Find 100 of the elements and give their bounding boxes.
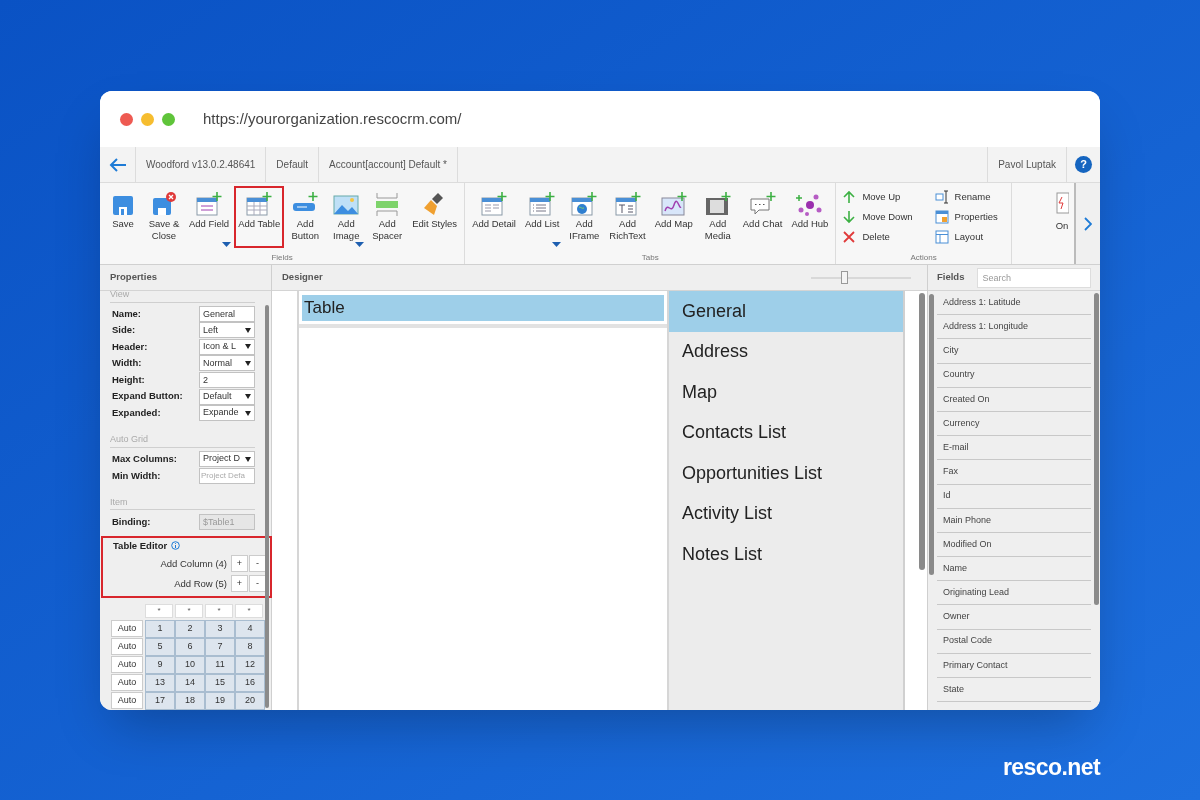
ribbon-button[interactable]: Add RichText	[605, 186, 650, 248]
ribbon-button[interactable]: Add Table	[234, 186, 285, 248]
grid-cell[interactable]: 3	[205, 619, 235, 638]
tab-item[interactable]: Map	[669, 372, 903, 413]
column-header[interactable]: *	[205, 603, 233, 618]
tab-item[interactable]: Notes List	[669, 534, 903, 575]
tab-item[interactable]: Activity List	[669, 493, 903, 534]
field-list-item[interactable]: E-mail	[937, 436, 1091, 461]
ribbon-button[interactable]: Add Detail	[468, 186, 520, 248]
caret-icon	[355, 242, 365, 247]
row-height-cell[interactable]: Auto	[111, 637, 143, 655]
breadcrumb-tab[interactable]: Woodford v13.0.2.48641	[136, 147, 267, 182]
row-height-cell[interactable]: Auto	[111, 655, 143, 673]
field-list-item[interactable]: Originating Lead	[937, 581, 1091, 606]
action-button[interactable]: Move Down	[842, 209, 913, 225]
form-add-icon	[195, 191, 224, 217]
row-height-cell[interactable]: Auto	[111, 673, 143, 691]
field-list-item[interactable]: Fax	[937, 460, 1091, 485]
ribbon-button[interactable]: Edit Styles	[408, 186, 462, 248]
dropdown[interactable]: Default	[199, 388, 255, 405]
scrollbar[interactable]	[1094, 293, 1099, 605]
action-button[interactable]: Layout	[934, 229, 1005, 245]
field-list-item[interactable]: Address 1: Latitude	[937, 291, 1091, 316]
tab-item[interactable]: General	[669, 291, 903, 332]
field-list-item[interactable]: Currency	[937, 411, 1091, 437]
tab-item[interactable]: Opportunities List	[669, 453, 903, 494]
ribbon-button[interactable]: Add List	[520, 186, 564, 248]
row-height-cell[interactable]: Auto	[111, 691, 143, 709]
input-field[interactable]: 2	[199, 371, 255, 388]
add-button[interactable]: +	[231, 575, 248, 593]
ribbon-button[interactable]: Add Hub	[787, 186, 833, 248]
dropdown[interactable]: Icon & L	[199, 338, 255, 355]
ribbon-button[interactable]: Add Field	[185, 186, 234, 248]
field-list-item[interactable]: City	[937, 339, 1091, 364]
field-list-item[interactable]: Name	[937, 557, 1091, 582]
canvas-item[interactable]: Table	[302, 295, 664, 321]
action-button[interactable]: Delete	[842, 229, 913, 245]
slider-thumb[interactable]	[841, 270, 848, 284]
field-label: Header:	[112, 339, 149, 354]
chevron-right-icon	[1084, 216, 1092, 231]
ribbon-button[interactable]: Add Map	[650, 186, 697, 248]
search-field[interactable]: Search	[977, 267, 1092, 288]
ribbon-button[interactable]: Add Image	[326, 186, 367, 248]
tab-item[interactable]: Address	[669, 331, 903, 372]
detail-add-icon	[480, 191, 509, 217]
scrollbar[interactable]	[919, 293, 925, 570]
field-list-item[interactable]: Main Phone	[937, 508, 1091, 533]
document-icon	[1055, 191, 1069, 215]
section-heading: Table Editor	[113, 538, 168, 553]
breadcrumb-tab[interactable]: Account[account] Default *	[319, 147, 458, 182]
map-add-icon	[659, 191, 688, 217]
section-title: Auto Grid	[110, 433, 255, 448]
ribbon-button[interactable]: Add Chat	[738, 186, 787, 248]
ribbon-button[interactable]: Add Button	[285, 186, 326, 248]
field-list-item[interactable]: Postal Code	[937, 629, 1091, 654]
dropdown[interactable]: Normal	[199, 355, 255, 372]
dropdown[interactable]: Expande	[199, 405, 255, 422]
field-list-item[interactable]: Country	[937, 363, 1091, 388]
action-button[interactable]: Properties	[934, 209, 1005, 225]
row-height-cell[interactable]: Auto	[111, 619, 143, 637]
scrollbar[interactable]	[265, 305, 269, 708]
add-button[interactable]: +	[231, 555, 248, 573]
address-bar-url: https://yourorganization.rescocrm.com/	[203, 108, 462, 129]
field-list-item[interactable]: Id	[937, 484, 1091, 509]
help-button[interactable]: ?	[1075, 156, 1092, 173]
grid-cell[interactable]: 1	[145, 619, 175, 638]
scroll-right-button[interactable]	[1074, 183, 1100, 264]
ribbon-button[interactable]: Save & Close	[144, 186, 184, 248]
grid-cell[interactable]: 2	[175, 619, 205, 638]
field-list-item[interactable]: Address 1: Longitude	[937, 315, 1091, 340]
dropdown[interactable]: Left	[199, 322, 255, 339]
back-arrow-icon	[108, 157, 127, 172]
ribbon-button[interactable]: Save	[103, 186, 143, 248]
dropdown[interactable]: Project D	[199, 451, 255, 468]
field-list-item[interactable]: Primary Contact	[937, 653, 1091, 678]
scrollbar[interactable]	[929, 294, 934, 575]
ribbon-button[interactable]: On	[1050, 183, 1074, 264]
section-title: Item	[110, 495, 255, 511]
field-list-item[interactable]: State	[937, 678, 1091, 703]
group-label: Fields	[270, 252, 294, 264]
action-button[interactable]: Move Up	[842, 189, 913, 205]
grid-cell[interactable]: 4	[235, 619, 265, 638]
text-add-icon	[613, 191, 642, 217]
input-field[interactable]: General	[199, 305, 255, 322]
zoom-slider[interactable]	[811, 270, 911, 285]
input-field[interactable]: Project Defa	[199, 467, 255, 484]
ribbon-button[interactable]: Add Spacer	[367, 186, 408, 248]
breadcrumb-tab[interactable]: Default	[266, 147, 320, 182]
tab-item[interactable]: Contacts List	[669, 412, 903, 453]
ribbon-button[interactable]: Add IFrame	[564, 186, 605, 248]
column-header[interactable]: *	[235, 603, 263, 618]
user-name[interactable]: Pavol Luptak	[987, 147, 1066, 182]
field-list-item[interactable]: Created On	[937, 387, 1091, 412]
field-list-item[interactable]: Modified On	[937, 532, 1091, 558]
ribbon-button[interactable]: Add Media	[697, 186, 738, 248]
column-header[interactable]: *	[145, 603, 173, 618]
column-header[interactable]: *	[175, 603, 203, 618]
action-button[interactable]: Rename	[934, 189, 1005, 205]
panel-title: Fields	[937, 270, 965, 285]
field-list-item[interactable]: Owner	[937, 605, 1091, 630]
